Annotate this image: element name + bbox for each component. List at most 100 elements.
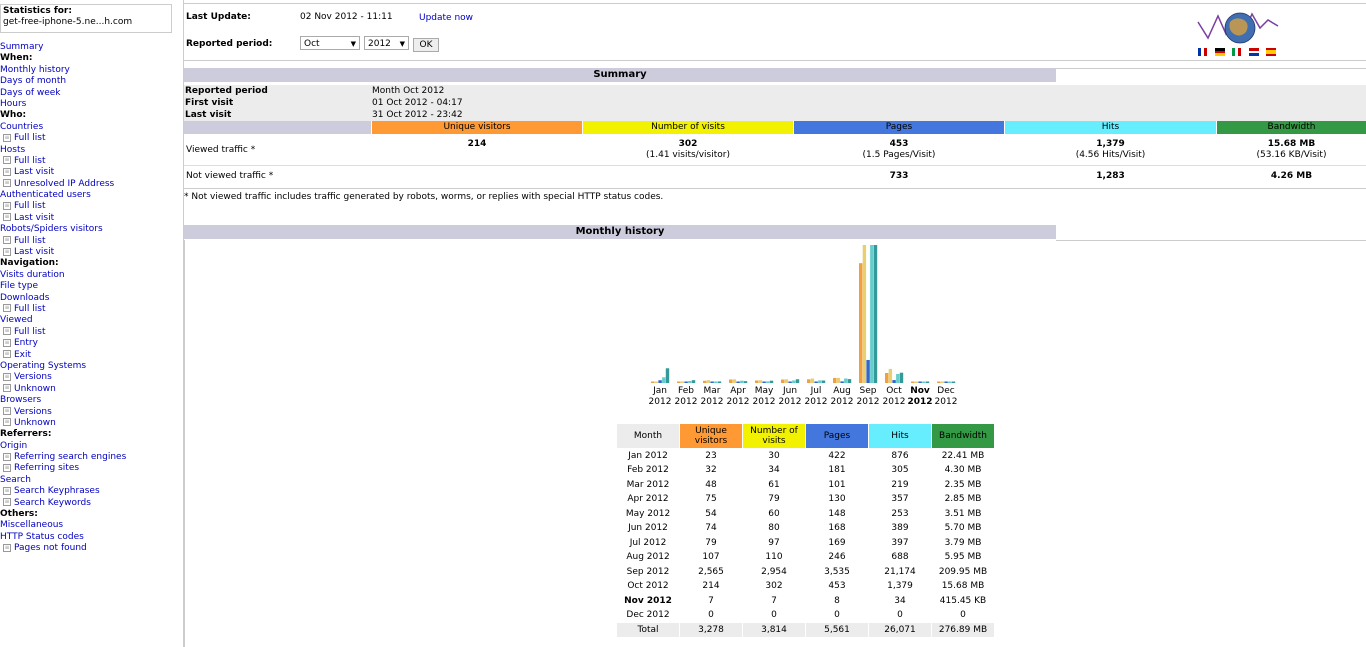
row-value: 214 (702, 581, 720, 592)
sidebar-item-last-visit[interactable]: ≡ Last visit (0, 213, 180, 224)
sidebar-item-origin[interactable]: Origin (0, 441, 180, 452)
bar-aug-number-of-visits (836, 377, 841, 383)
sidebar-item-authenticated-users[interactable]: Authenticated users (0, 190, 180, 201)
sidebar-item-label: Unresolved IP Address (14, 178, 115, 189)
bar-nov-bandwidth-mb (925, 381, 930, 383)
sidebar-item-operating-systems[interactable]: Operating Systems (0, 361, 180, 372)
sidebar-item-last-visit[interactable]: ≡ Last visit (0, 167, 180, 178)
row-value: 0 (771, 610, 777, 621)
sidebar-item-viewed[interactable]: Viewed (0, 315, 180, 326)
sidebar-item-search-keywords[interactable]: ≡ Search Keywords (0, 498, 180, 509)
tick-month: Apr (730, 386, 746, 396)
row-value: 0 (897, 610, 903, 621)
flag-icons (1198, 48, 1276, 56)
sidebar-item-full-list[interactable]: ≡ Full list (0, 236, 180, 247)
sidebar-item-navigation: Navigation: (0, 258, 180, 269)
sidebar-item-monthly-history[interactable]: Monthly history (0, 65, 180, 76)
row-value: 209.95 MB (938, 566, 988, 577)
row-value: 22.41 MB (941, 450, 985, 461)
sidebar-item-label: Full list (14, 303, 46, 314)
list-icon: ≡ (3, 201, 11, 210)
sidebar-item-downloads[interactable]: Downloads (0, 293, 180, 304)
sidebar-item-visits-duration[interactable]: Visits duration (0, 270, 180, 281)
row-value: 168 (828, 523, 846, 534)
table-row: Dec 2012 0 0 0 0 0 (617, 609, 994, 623)
chevron-down-icon: ▼ (350, 40, 356, 48)
sidebar-item-search-keyphrases[interactable]: ≡ Search Keyphrases (0, 486, 180, 497)
sidebar-item-label: Full list (14, 326, 46, 337)
sidebar-item-exit[interactable]: ≡ Exit (0, 350, 180, 361)
bar-jul-unique-visitors (807, 379, 811, 383)
bar-dec-hits (948, 381, 952, 383)
tick-month: Oct (886, 386, 902, 396)
bar-jan-hits (662, 377, 666, 383)
tick-label-nov: Nov 2012 (907, 386, 933, 408)
list-icon: ≡ (3, 167, 11, 176)
update-now-link[interactable]: Update now (419, 13, 473, 23)
bar-may-pages (762, 381, 766, 383)
sidebar-item-full-list[interactable]: ≡ Full list (0, 327, 180, 338)
chevron-down-icon: ▼ (399, 40, 405, 48)
table-row: Sep 2012 2,565 2,954 3,535 21,174 209.95 MB (617, 565, 994, 579)
sidebar-item-entry[interactable]: ≡ Entry (0, 338, 180, 349)
sidebar-item-days-of-month[interactable]: Days of month (0, 76, 180, 87)
sidebar-item-hours[interactable]: Hours (0, 99, 180, 110)
sidebar-item-full-list[interactable]: ≡ Full list (0, 201, 180, 212)
sidebar-item-last-visit[interactable]: ≡ Last visit (0, 247, 180, 258)
sidebar-item-when: When: (0, 53, 180, 64)
sidebar-item-days-of-week[interactable]: Days of week (0, 88, 180, 99)
sidebar-item-versions[interactable]: ≡ Versions (0, 372, 180, 383)
sidebar-item-unknown[interactable]: ≡ Unknown (0, 418, 180, 429)
viewed-bandwidth-value: 15.68 MB (1267, 139, 1316, 149)
row-value: 74 (705, 523, 717, 534)
monthly-col-bandwidth: Bandwidth (932, 424, 994, 448)
sidebar-item-robots-spiders-visitors[interactable]: Robots/Spiders visitors (0, 224, 180, 235)
month-select[interactable]: Oct ▼ (300, 36, 360, 50)
tick-month: Aug (833, 386, 851, 396)
sidebar-item-miscellaneous[interactable]: Miscellaneous (0, 520, 180, 531)
bar-may-unique-visitors (755, 380, 759, 383)
tick-month: Feb (678, 386, 694, 396)
sidebar-item-http-status-codes[interactable]: HTTP Status codes (0, 532, 180, 543)
row-value: 2,565 (698, 566, 724, 577)
row-value: 30 (768, 450, 780, 461)
sidebar-item-versions[interactable]: ≡ Versions (0, 407, 180, 418)
bar-jan-bandwidth-mb (665, 368, 670, 383)
sidebar-item-referring-search-engines[interactable]: ≡ Referring search engines (0, 452, 180, 463)
not-viewed-traffic-label: Not viewed traffic * (186, 171, 274, 181)
ok-button[interactable]: OK (413, 38, 439, 52)
sidebar-item-file-type[interactable]: File type (0, 281, 180, 292)
sidebar-item-browsers[interactable]: Browsers (0, 395, 180, 406)
sidebar-item-full-list[interactable]: ≡ Full list (0, 156, 180, 167)
sidebar-item-summary[interactable]: Summary (0, 42, 180, 53)
row-value: 80 (768, 523, 780, 534)
sidebar-item-unresolved-ip-address[interactable]: ≡ Unresolved IP Address (0, 179, 180, 190)
row-value: 148 (828, 508, 846, 519)
sidebar-item-search[interactable]: Search (0, 475, 180, 486)
row-month: Jan 2012 (628, 450, 668, 461)
sidebar-item-full-list[interactable]: ≡ Full list (0, 133, 180, 144)
tick-year: 2012 (700, 397, 724, 407)
total-cell: Total (617, 623, 679, 637)
sidebar-item-hosts[interactable]: Hosts (0, 145, 180, 156)
row-value: 48 (705, 479, 717, 490)
sidebar-item-unknown[interactable]: ≡ Unknown (0, 384, 180, 395)
bar-apr-pages (736, 381, 740, 383)
sidebar-item-countries[interactable]: Countries (0, 122, 180, 133)
tick-month: Sep (859, 386, 877, 396)
tick-year: 2012 (726, 397, 750, 407)
bar-aug-unique-visitors (833, 378, 837, 383)
tick-label-jan: Jan 2012 (647, 386, 673, 408)
row-month: Jul 2012 (629, 537, 667, 548)
row-value: 4.30 MB (944, 465, 982, 476)
list-icon: ≡ (3, 156, 11, 165)
sidebar-item-full-list[interactable]: ≡ Full list (0, 304, 180, 315)
sidebar-item-pages-not-found[interactable]: ≡ Pages not found (0, 543, 180, 554)
sidebar-item-label: Versions (14, 372, 52, 383)
bar-aug-pages (840, 381, 844, 383)
sidebar-item-label: Search Keywords (14, 497, 91, 508)
year-select[interactable]: 2012 ▼ (364, 36, 409, 50)
viewed-pages: 453 (1.5 Pages/Visit) (794, 139, 1004, 161)
sidebar-item-referring-sites[interactable]: ≡ Referring sites (0, 463, 180, 474)
list-icon: ≡ (3, 247, 11, 256)
